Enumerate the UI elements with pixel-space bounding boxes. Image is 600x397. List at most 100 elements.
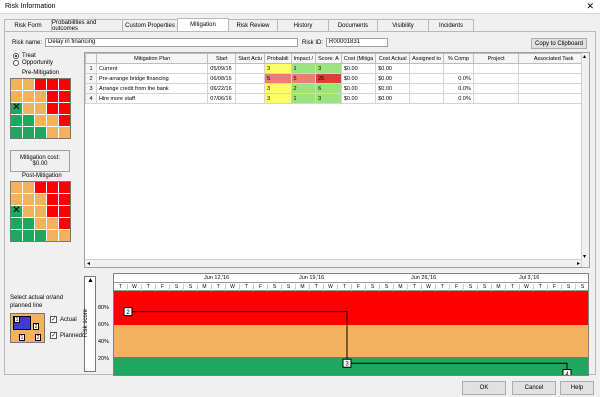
tab-visibility[interactable]: Visibility: [377, 19, 429, 31]
cell-task[interactable]: [518, 93, 589, 104]
cell-cost[interactable]: $0.00: [340, 83, 377, 94]
empty-table-row: [85, 103, 589, 114]
column-header[interactable]: Assigned to: [409, 53, 444, 64]
column-header[interactable]: Impact /: [290, 53, 317, 64]
cell-task[interactable]: [518, 83, 589, 94]
cell-assigned[interactable]: [409, 73, 444, 84]
scroll-down-icon[interactable]: ▾: [583, 253, 586, 260]
column-header[interactable]: % Comp: [442, 53, 474, 64]
table-row[interactable]: 3 Arrange credit from the bank 06/22/16 3 2 6…: [85, 83, 589, 94]
cell-impact[interactable]: 5: [290, 73, 317, 84]
opportunity-radio[interactable]: Opportunity: [13, 60, 53, 66]
empty-cell: [95, 133, 209, 144]
cell-start[interactable]: 06/22/16: [207, 83, 237, 94]
cell-start-act[interactable]: [235, 73, 266, 84]
cell-project[interactable]: [472, 93, 520, 104]
cell-cost-act[interactable]: $0.00: [375, 63, 411, 74]
cell-plan[interactable]: Arrange credit from the bank: [95, 83, 209, 94]
cell-cost-act[interactable]: $0.00: [375, 83, 411, 94]
column-header[interactable]: Cost (Mitiga: [340, 53, 377, 64]
cell-comp[interactable]: 0.0%: [442, 73, 474, 84]
column-header[interactable]: Score: A: [315, 53, 342, 64]
cancel-button[interactable]: Cancel: [512, 381, 556, 395]
cell-project[interactable]: [472, 73, 520, 84]
actual-checkbox[interactable]: ✓ Actual: [50, 316, 77, 323]
cell-prob[interactable]: 3: [264, 93, 292, 104]
cell-comp[interactable]: 0.0%: [442, 93, 474, 104]
cell-task[interactable]: [518, 63, 589, 74]
scroll-right-icon[interactable]: ▸: [577, 260, 580, 267]
cell-start-act[interactable]: [235, 83, 266, 94]
tab-custom-properties[interactable]: Custom Properties: [122, 19, 178, 31]
cell-assigned[interactable]: [409, 63, 444, 74]
planned-checkbox[interactable]: ✓ Planned: [50, 332, 82, 339]
column-header[interactable]: Project: [472, 53, 520, 64]
tab-risk-review[interactable]: Risk Review: [228, 19, 278, 31]
table-vertical-scrollbar[interactable]: ▴ ▾: [581, 53, 589, 267]
cell-impact[interactable]: 2: [290, 83, 317, 94]
table-row[interactable]: 4 Hire more staff 07/06/16 3 1 3 $0.00 $0.00 0.0…: [85, 93, 589, 104]
tab-mitigation[interactable]: Mitigation: [177, 18, 229, 31]
close-icon[interactable]: ✕: [586, 1, 594, 12]
risk-score-point[interactable]: 2: [123, 307, 133, 317]
cell-start[interactable]: 05/09/16: [207, 63, 237, 74]
empty-cell: [315, 243, 342, 254]
cell-score[interactable]: 3: [315, 93, 342, 104]
cell-plan[interactable]: Pre-arrange bridge financing: [95, 73, 209, 84]
ok-button[interactable]: OK: [462, 381, 506, 395]
cell-cost-act[interactable]: $0.00: [375, 93, 411, 104]
cell-start[interactable]: 07/06/16: [207, 93, 237, 104]
cell-assigned[interactable]: [409, 83, 444, 94]
risk-name-field[interactable]: Delay in financing: [45, 38, 298, 47]
column-header[interactable]: Cost Actual: [375, 53, 411, 64]
copy-to-clipboard-button[interactable]: Copy to Clipboard: [531, 38, 587, 49]
help-button[interactable]: Help: [560, 381, 594, 395]
table-row[interactable]: 2 Pre-arrange bridge financing 06/08/16 5 5 2…: [85, 73, 589, 84]
cell-score[interactable]: 3: [315, 63, 342, 74]
cell-prob[interactable]: 3: [264, 63, 292, 74]
tab-history[interactable]: History: [277, 19, 329, 31]
scroll-left-icon[interactable]: ◂: [87, 260, 90, 267]
cell-cost[interactable]: $0.00: [340, 73, 377, 84]
column-header[interactable]: Start Actu: [235, 53, 266, 64]
cell-plan[interactable]: Current: [95, 63, 209, 74]
risk-score-point[interactable]: 4: [562, 369, 572, 376]
tab-incidents[interactable]: Incidents: [428, 19, 474, 31]
cell-impact[interactable]: 1: [290, 93, 317, 104]
empty-cell: [472, 243, 520, 254]
cell-task[interactable]: [518, 73, 589, 84]
matrix-cell: [35, 103, 46, 114]
cell-project[interactable]: [472, 63, 520, 74]
scroll-up-icon[interactable]: ▴: [583, 53, 586, 60]
cell-comp[interactable]: 0.0%: [442, 83, 474, 94]
cell-prob[interactable]: 5: [264, 73, 292, 84]
cell-plan[interactable]: Hire more staff: [95, 93, 209, 104]
cell-impact[interactable]: 1: [290, 63, 317, 74]
table-horizontal-scrollbar[interactable]: ◂ ▸: [85, 259, 582, 267]
cell-assigned[interactable]: [409, 93, 444, 104]
column-header[interactable]: Associated Task: [518, 53, 589, 64]
tab-risk-form[interactable]: Risk Form: [4, 19, 52, 31]
tab-probabilities-and-outcomes[interactable]: Probabilities and outcomes: [51, 19, 123, 32]
cell-comp[interactable]: [442, 63, 474, 74]
matrix-cell: [47, 103, 58, 114]
cell-score[interactable]: 6: [315, 83, 342, 94]
risk-id-field[interactable]: R00001831: [326, 38, 388, 47]
cell-cost[interactable]: $0.00: [340, 63, 377, 74]
column-header[interactable]: Mitigation Plan: [95, 53, 209, 64]
matrix-cell: [59, 79, 70, 90]
table-row[interactable]: 1 Current 05/09/16 3 1 3 $0.00 $0.00: [85, 63, 589, 74]
cell-prob[interactable]: 3: [264, 83, 292, 94]
cell-cost[interactable]: $0.00: [340, 93, 377, 104]
cell-start-act[interactable]: [235, 63, 266, 74]
cell-project[interactable]: [472, 83, 520, 94]
cell-score[interactable]: 25: [315, 73, 342, 84]
column-header[interactable]: Start: [207, 53, 237, 64]
tab-documents[interactable]: Documents: [328, 19, 378, 31]
column-header[interactable]: Probabili: [264, 53, 292, 64]
cell-cost-act[interactable]: $0.00: [375, 73, 411, 84]
risk-score-point[interactable]: 3: [342, 358, 352, 368]
cell-start[interactable]: 06/08/16: [207, 73, 237, 84]
cell-start-act[interactable]: [235, 93, 266, 104]
treat-radio[interactable]: Treat: [13, 53, 53, 59]
